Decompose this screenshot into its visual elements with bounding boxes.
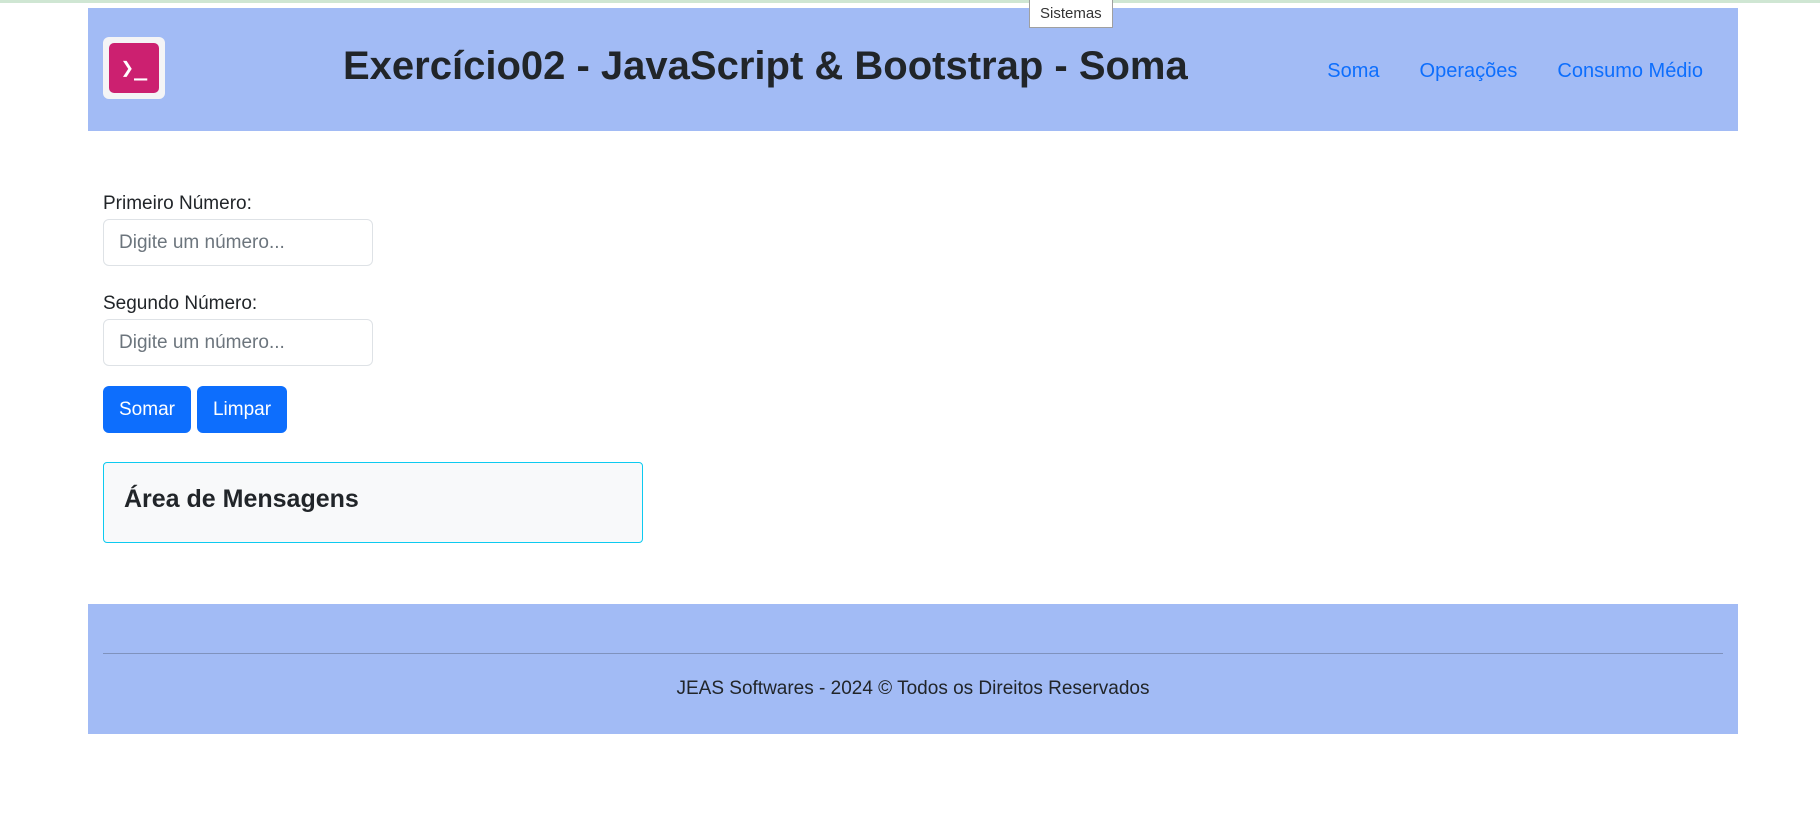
copyright-text: JEAS Softwares - 2024 © Todos os Direito… (676, 678, 1150, 699)
page-title: Exercício02 - JavaScript & Bootstrap - S… (343, 44, 1188, 88)
form-buttons: Somar Limpar (103, 386, 373, 433)
site-footer: JEAS Softwares - 2024 © Todos os Direito… (88, 604, 1738, 734)
second-number-input[interactable] (103, 319, 373, 366)
main-nav: Soma Operações Consumo Médio (1327, 60, 1703, 83)
second-number-group: Segundo Número: (103, 293, 373, 366)
first-number-label: Primeiro Número: (103, 193, 252, 214)
first-number-input[interactable] (103, 219, 373, 266)
browser-top-line (0, 0, 1820, 3)
clear-button[interactable]: Limpar (196, 386, 288, 433)
terminal-prompt-icon: ❯_ (109, 43, 159, 93)
logo[interactable]: ❯_ (103, 37, 165, 99)
nav-link-consumo-medio[interactable]: Consumo Médio (1557, 60, 1703, 83)
second-number-label: Segundo Número: (103, 293, 258, 314)
nav-link-soma[interactable]: Soma (1327, 60, 1379, 83)
footer-divider (103, 653, 1723, 654)
site-header: ❯_ Exercício02 - JavaScript & Bootstrap … (88, 8, 1738, 131)
tooltip: Sistemas (1029, 0, 1113, 28)
first-number-group: Primeiro Número: (103, 193, 373, 266)
messages-title: Área de Mensagens (124, 485, 359, 513)
nav-link-operacoes[interactable]: Operações (1420, 60, 1518, 83)
sum-form: Primeiro Número: Segundo Número: Somar L… (103, 193, 373, 433)
messages-area: Área de Mensagens (103, 462, 643, 543)
sum-button[interactable]: Somar (103, 386, 191, 433)
